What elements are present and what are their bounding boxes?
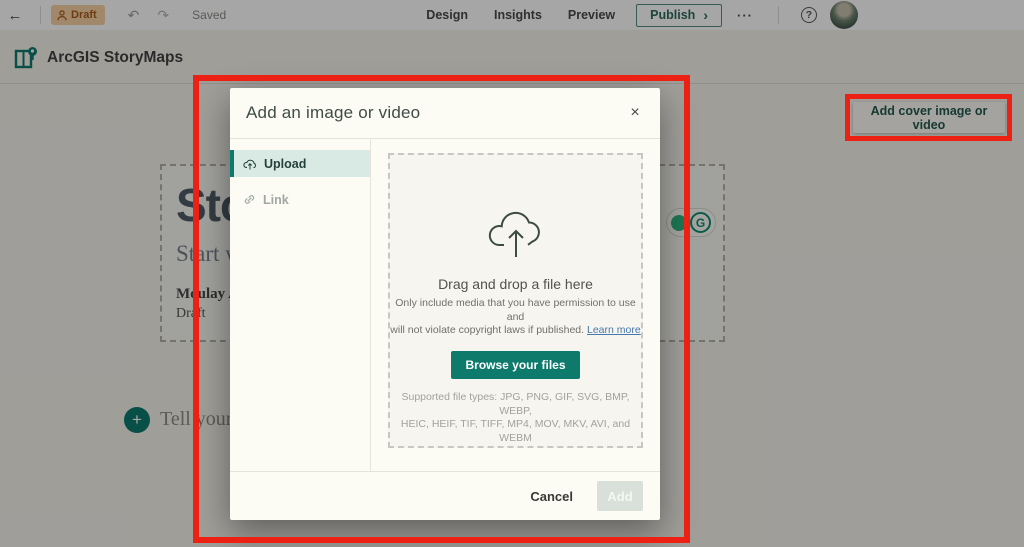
supported-line1: Supported file types: JPG, PNG, GIF, SVG… bbox=[401, 390, 630, 417]
modal-footer: Cancel Add bbox=[230, 471, 660, 520]
upload-cloud-icon bbox=[243, 158, 257, 170]
tab-upload[interactable]: Upload bbox=[230, 150, 370, 177]
close-icon[interactable]: × bbox=[624, 102, 646, 124]
permission-line1: Only include media that you have permiss… bbox=[395, 297, 636, 323]
dropzone-permission-note: Only include media that you have permiss… bbox=[390, 297, 641, 338]
learn-more-link[interactable]: Learn more bbox=[587, 324, 641, 336]
cancel-button[interactable]: Cancel bbox=[530, 489, 573, 504]
screen: ← Draft ↶ ↷ Saved Design Insights Previe… bbox=[0, 0, 1024, 547]
supported-line2: HEIC, HEIF, TIF, TIFF, MP4, MOV, MKV, AV… bbox=[400, 418, 631, 444]
modal-header: Add an image or video × bbox=[230, 88, 660, 139]
tab-link[interactable]: Link bbox=[230, 186, 370, 213]
add-button-disabled[interactable]: Add bbox=[597, 481, 643, 511]
modal-sidebar: Upload Link bbox=[230, 139, 371, 471]
dropzone-heading: Drag and drop a file here bbox=[438, 276, 593, 292]
add-media-modal: Add an image or video × Upload Link Drag… bbox=[230, 88, 660, 520]
link-icon bbox=[243, 193, 256, 206]
browse-files-button[interactable]: Browse your files bbox=[451, 350, 580, 379]
modal-title: Add an image or video bbox=[246, 103, 421, 122]
permission-line2: will not violate copyright laws if publi… bbox=[390, 324, 585, 337]
tab-link-label: Link bbox=[263, 192, 289, 207]
tab-upload-label: Upload bbox=[264, 156, 307, 171]
upload-dropzone[interactable]: Drag and drop a file here Only include m… bbox=[388, 153, 643, 448]
cloud-upload-icon bbox=[390, 207, 641, 264]
supported-file-types: Supported file types: JPG, PNG, GIF, SVG… bbox=[390, 391, 641, 446]
